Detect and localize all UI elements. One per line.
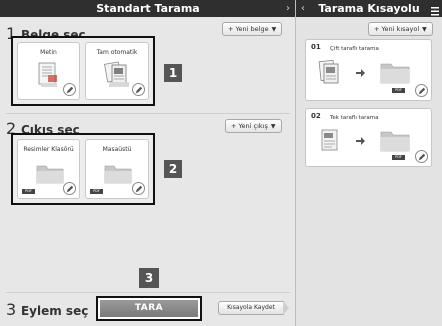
shortcut-number: 01 bbox=[311, 43, 321, 51]
save-shortcut-button[interactable]: Kısayola Kaydet bbox=[218, 301, 284, 315]
step2-badge: 2 bbox=[164, 160, 182, 178]
text-document-icon bbox=[38, 62, 57, 87]
plus-icon: + bbox=[374, 25, 380, 33]
pencil-icon bbox=[66, 185, 73, 192]
pdf-tag: PDF bbox=[392, 155, 405, 160]
document-card-auto[interactable]: Tam otomatik bbox=[85, 42, 149, 100]
step3-number: 3 bbox=[6, 300, 17, 319]
document-card-text[interactable]: Metin bbox=[17, 42, 80, 100]
new-shortcut-button[interactable]: + Yeni kısayol ▼ bbox=[368, 22, 433, 36]
output-selection-frame: Resimler Klasörü PDF Masaüstü PDF bbox=[11, 133, 155, 205]
folder-icon bbox=[104, 165, 132, 184]
pdf-tag: PDF bbox=[90, 189, 103, 194]
document-selection-frame: Metin Tam otomatik bbox=[11, 36, 155, 106]
output-card-label: Masaüstü bbox=[102, 146, 132, 153]
pencil-icon bbox=[66, 86, 73, 93]
section-divider bbox=[6, 113, 290, 114]
pdf-tag: PDF bbox=[392, 88, 405, 93]
shortcut-number: 02 bbox=[311, 112, 321, 120]
scan-button-frame: TARA bbox=[96, 296, 202, 321]
pencil-icon bbox=[418, 153, 425, 160]
plus-icon: + bbox=[231, 122, 237, 130]
edit-button[interactable] bbox=[415, 150, 428, 163]
caret-down-icon: ▼ bbox=[270, 123, 276, 130]
folder-icon bbox=[36, 165, 64, 184]
edit-button[interactable] bbox=[132, 182, 145, 195]
new-output-button[interactable]: + Yeni çıkış ▼ bbox=[225, 119, 282, 133]
standard-scan-panel: Standart Tarama › 1 Belge seç + Yeni belg… bbox=[0, 0, 296, 326]
step3-badge: 3 bbox=[139, 268, 159, 288]
output-card-pictures[interactable]: Resimler Klasörü PDF bbox=[17, 139, 80, 199]
scan-shortcut-titlebar: ‹ Tarama Kısayolu bbox=[296, 0, 442, 17]
edit-button[interactable] bbox=[415, 84, 428, 97]
duplex-document-icon bbox=[318, 59, 339, 84]
scan-button[interactable]: TARA bbox=[100, 300, 198, 317]
shortcut-card-duplex[interactable]: 01 Çift taraflı tarama PDF bbox=[305, 39, 432, 101]
pencil-icon bbox=[135, 185, 142, 192]
folder-icon bbox=[380, 63, 410, 84]
output-card-desktop[interactable]: Masaüstü PDF bbox=[85, 139, 149, 199]
new-document-button[interactable]: + Yeni belge ▼ bbox=[222, 22, 283, 36]
edit-button[interactable] bbox=[63, 182, 76, 195]
pdf-tag: PDF bbox=[22, 189, 35, 194]
step1-badge: 1 bbox=[164, 64, 182, 82]
chevron-right-icon[interactable]: › bbox=[286, 0, 290, 17]
caret-down-icon: ▼ bbox=[271, 26, 277, 33]
arrow-right-icon bbox=[356, 69, 365, 77]
folder-icon bbox=[380, 131, 410, 152]
new-output-label: Yeni çıkış bbox=[238, 122, 268, 130]
menu-icon[interactable] bbox=[431, 4, 439, 16]
arrow-right-icon bbox=[356, 137, 365, 145]
pencil-icon bbox=[418, 87, 425, 94]
edit-button[interactable] bbox=[63, 83, 76, 96]
new-shortcut-label: Yeni kısayol bbox=[381, 25, 420, 33]
shortcut-title: Tek taraflı tarama bbox=[330, 115, 379, 121]
standard-scan-titlebar: Standart Tarama › bbox=[0, 0, 296, 17]
scan-shortcut-title: Tarama Kısayolu bbox=[318, 2, 420, 15]
step3-title: 3 Eylem seç bbox=[6, 300, 88, 319]
pencil-icon bbox=[135, 86, 142, 93]
chevron-left-icon[interactable]: ‹ bbox=[301, 0, 305, 17]
caret-down-icon: ▼ bbox=[422, 26, 427, 33]
edit-button[interactable] bbox=[132, 83, 145, 96]
save-shortcut-arrow bbox=[283, 301, 289, 315]
scan-shortcut-panel: ‹ Tarama Kısayolu + Yeni kısayol ▼ 01 Çift… bbox=[296, 0, 442, 326]
document-card-label: Metin bbox=[40, 49, 57, 56]
simplex-document-icon bbox=[321, 129, 338, 151]
document-card-label: Tam otomatik bbox=[96, 49, 138, 56]
auto-document-icon bbox=[104, 61, 129, 87]
standard-scan-title: Standart Tarama bbox=[96, 2, 200, 15]
section-divider bbox=[6, 292, 290, 293]
new-document-label: Yeni belge bbox=[235, 25, 269, 33]
plus-icon: + bbox=[228, 25, 234, 33]
step3-label: Eylem seç bbox=[20, 304, 89, 318]
shortcut-card-simplex[interactable]: 02 Tek taraflı tarama PDF bbox=[305, 108, 432, 167]
shortcut-title: Çift taraflı tarama bbox=[330, 46, 379, 52]
output-card-label: Resimler Klasörü bbox=[23, 146, 74, 153]
